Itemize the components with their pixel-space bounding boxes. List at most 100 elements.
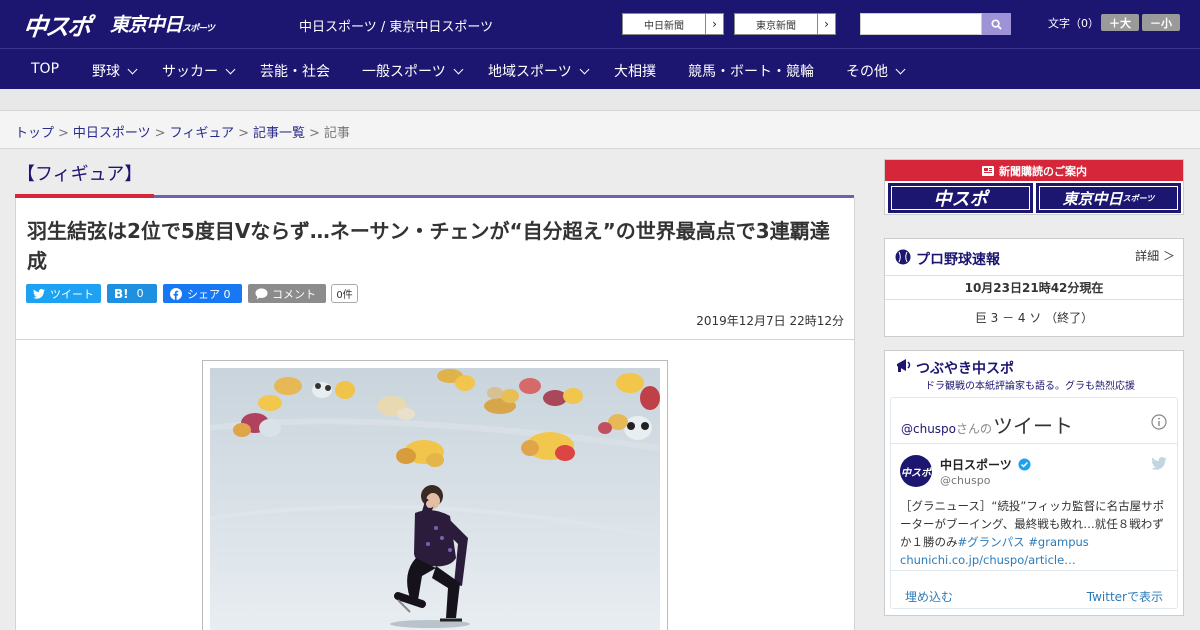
breadcrumb-separator: >: [308, 126, 320, 141]
tokyo-chunichi-logo[interactable]: 東京中日スポーツ: [110, 10, 215, 37]
twitter-box-title: つぶやき中スポ: [916, 361, 1014, 377]
nav-label: 一般スポーツ: [362, 64, 446, 80]
twitter-bird-icon[interactable]: [1151, 457, 1167, 470]
breadcrumb-article-list[interactable]: 記事一覧: [253, 126, 305, 141]
hatena-bookmark-button[interactable]: B! 0: [107, 284, 157, 303]
hatena-icon: B!: [114, 286, 129, 301]
chunichi-shimbun-link[interactable]: 中日新聞 ›: [622, 13, 724, 35]
article-headline: 羽生結弦は2位で5度目Vならず…ネーサン・チェンが“自分超え”の世界最高点で3連…: [27, 219, 830, 273]
twitter-box: つぶやき中スポ ドラ観戦の本紙評論家も語る。グラも熱烈応援 @chuspoさんの…: [884, 350, 1184, 616]
tweet-hashtag-grampus[interactable]: #grampus: [1028, 535, 1089, 549]
tweet-button[interactable]: ツイート: [26, 284, 101, 303]
nav-item-local-sports[interactable]: 地域スポーツ: [488, 61, 590, 81]
tokyo-logo-small: スポーツ: [182, 24, 215, 34]
timeline-tweets-word: ツイート: [993, 414, 1074, 438]
nav-label: その他: [846, 64, 888, 80]
tweet-account-handle[interactable]: @chuspo: [940, 474, 990, 487]
nav-item-sumo[interactable]: 大相撲: [614, 61, 656, 81]
nav-item-entertainment[interactable]: 芸能・社会: [260, 61, 330, 81]
breadcrumb-top[interactable]: トップ: [15, 126, 54, 141]
chevron-down-icon: [225, 64, 236, 75]
article-header: 羽生結弦は2位で5度目Vならず…ネーサン・チェンが“自分超え”の世界最高点で3連…: [15, 198, 855, 340]
nav-item-other[interactable]: その他: [846, 61, 906, 81]
ad-band: [0, 89, 1200, 111]
divider: [891, 570, 1177, 571]
twitter-box-subtitle: ドラ観戦の本紙評論家も語る。グラも熱烈応援: [925, 381, 1135, 392]
baseball-detail-link[interactable]: 詳細 ＞: [1135, 247, 1175, 264]
chuspo-logo-text: 中スポ: [933, 189, 988, 210]
chuspo-logo[interactable]: 中スポ: [22, 7, 91, 41]
article-photo-frame: [202, 360, 668, 630]
chevron-down-icon: [453, 64, 464, 75]
breadcrumb-separator: >: [238, 126, 249, 141]
tweet-text: ［グラニュース］“続投”フィッカ監督に名古屋サポーターがブーイング、最終戦も敗れ…: [900, 497, 1174, 569]
timeline-header: @chuspoさんのツイート: [901, 410, 1073, 439]
font-larger-button[interactable]: ＋大: [1101, 14, 1139, 31]
tweet-hashtag-grampus-jp[interactable]: #グランパス: [958, 535, 1025, 549]
timeline-handle-suffix: さんの: [956, 422, 993, 436]
nav-item-racing[interactable]: 競馬・ボート・競輪: [688, 61, 814, 81]
embed-link[interactable]: 埋め込む: [905, 588, 953, 605]
subscribe-chuspo-button[interactable]: 中スポ: [888, 183, 1033, 213]
megaphone-icon: [897, 359, 911, 372]
nav-item-top[interactable]: TOP: [31, 61, 59, 77]
divider: [885, 299, 1183, 300]
subscription-banner[interactable]: 新聞購読のご案内 中スポ 東京中日 スポーツ: [884, 159, 1184, 215]
search-input[interactable]: [860, 13, 982, 35]
link-label: 中日新聞: [644, 20, 684, 32]
baseball-timestamp: 10月23日21時42分現在: [964, 281, 1104, 295]
newspaper-icon: [982, 165, 994, 176]
baseball-scores-box: プロ野球速報 詳細 ＞ 10月23日21時42分現在 巨 3 － 4 ソ （終了…: [884, 238, 1184, 337]
avatar[interactable]: 中スポ: [900, 455, 932, 487]
subscription-title: 新聞購読のご案内: [999, 164, 1087, 178]
nav-item-general-sports[interactable]: 一般スポーツ: [362, 61, 464, 81]
baseball-score[interactable]: 巨 3 － 4 ソ （終了）: [885, 309, 1183, 326]
speech-bubble-icon: [255, 287, 268, 299]
nav-label: 大相撲: [614, 64, 656, 80]
link-label: 東京新聞: [756, 20, 796, 32]
nav-item-baseball[interactable]: 野球: [92, 61, 138, 81]
tweet-account-name[interactable]: 中日スポーツ: [940, 456, 1031, 473]
breadcrumb-separator: >: [58, 126, 69, 141]
main-nav: TOP 野球 サッカー 芸能・社会 一般スポーツ 地域スポーツ 大相撲 競馬・ボ…: [0, 48, 1200, 89]
facebook-share-label: シェア 0: [187, 287, 231, 301]
breadcrumb-chuspo[interactable]: 中日スポーツ: [73, 126, 151, 141]
nav-label: TOP: [31, 61, 60, 77]
chevron-down-icon: [579, 64, 590, 75]
baseball-box-title: プロ野球速報: [916, 252, 1000, 268]
top-header: 中スポ 東京中日スポーツ 中日スポーツ / 東京中日スポーツ 中日新聞 › 東京…: [0, 0, 1200, 48]
nav-label: 野球: [92, 64, 120, 80]
view-on-twitter-link[interactable]: Twitterで表示: [1087, 588, 1163, 605]
search-icon: [991, 18, 1002, 30]
divider: [891, 443, 1177, 444]
comment-button[interactable]: コメント: [248, 284, 326, 303]
nav-label: 地域スポーツ: [488, 64, 572, 80]
twitter-timeline: @chuspoさんのツイート 中スポ 中日スポーツ @chuspo ［グラニュー…: [890, 397, 1178, 609]
twitter-bird-icon: [33, 288, 45, 299]
facebook-share-button[interactable]: シェア 0: [163, 284, 242, 303]
subscription-title-bar: 新聞購読のご案内: [885, 160, 1183, 181]
divider: [885, 275, 1183, 276]
breadcrumb-current: 記事: [323, 126, 350, 141]
breadcrumb-figure[interactable]: フィギュア: [170, 126, 234, 141]
verified-badge-icon: [1018, 458, 1031, 471]
tweet-link[interactable]: chunichi.co.jp/chuspo/article…: [900, 553, 1076, 567]
search-button[interactable]: [982, 13, 1011, 35]
account-name-text: 中日スポーツ: [940, 458, 1012, 472]
article-photo[interactable]: [210, 368, 660, 630]
article-body: [15, 339, 855, 630]
nav-item-soccer[interactable]: サッカー: [162, 61, 236, 81]
timeline-handle[interactable]: @chuspo: [901, 422, 956, 436]
nav-label: 芸能・社会: [260, 64, 330, 80]
breadcrumb-separator: >: [154, 126, 166, 141]
nav-label: 競馬・ボート・競輪: [688, 64, 814, 80]
figure-skater-photo: [210, 368, 660, 630]
site-title[interactable]: 中日スポーツ / 東京中日スポーツ: [299, 16, 493, 35]
font-size-label: 文字（0）: [1048, 17, 1099, 30]
subscribe-tokyo-button[interactable]: 東京中日 スポーツ: [1036, 183, 1181, 213]
tweet-label: ツイート: [50, 287, 94, 301]
info-icon[interactable]: [1151, 414, 1167, 430]
font-smaller-button[interactable]: －小: [1142, 14, 1180, 31]
article-date: 2019年12月7日 22時12分: [696, 314, 844, 328]
tokyo-shimbun-link[interactable]: 東京新聞 ›: [734, 13, 836, 35]
